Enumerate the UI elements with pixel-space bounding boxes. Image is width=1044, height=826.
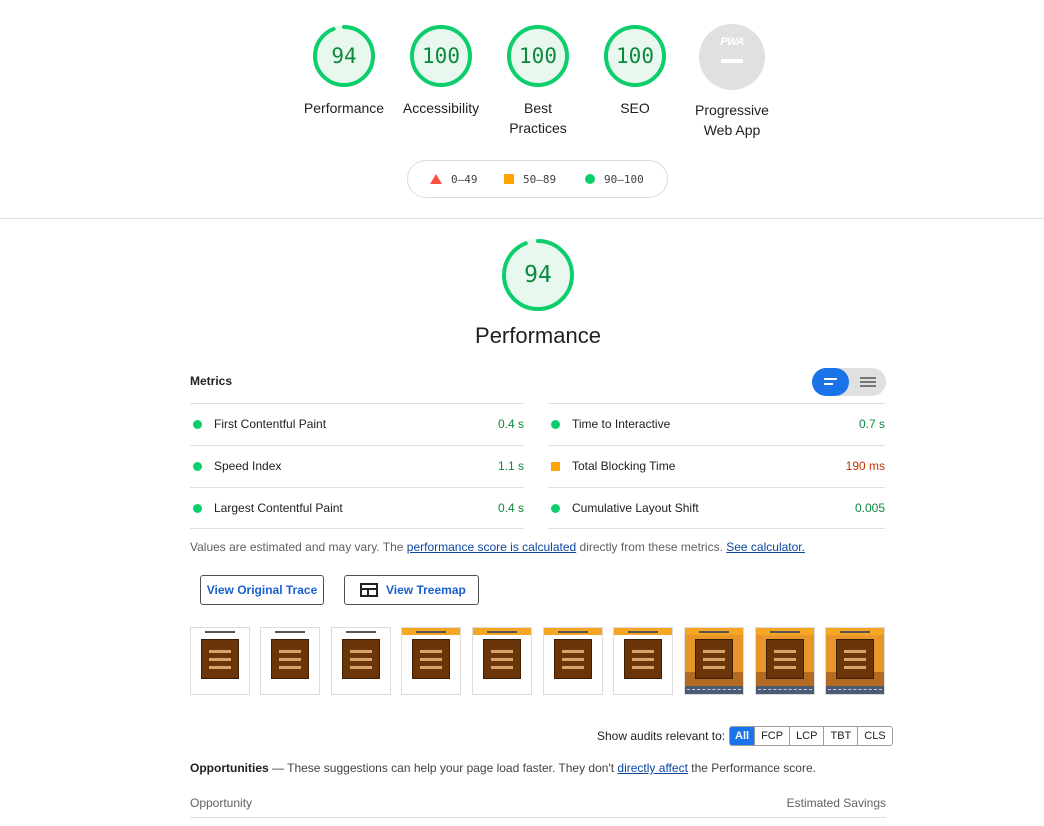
filmstrip-frame [260, 627, 320, 695]
metric-row: Speed Index 1.1 s [190, 445, 524, 487]
score-label: SEO [620, 100, 650, 116]
filmstrip-frame [684, 627, 744, 695]
pwa-dash-icon [721, 59, 743, 63]
metric-value: 0.4 s [497, 417, 524, 431]
metric-name: Cumulative Layout Shift [572, 501, 699, 515]
pass-indicator-icon [193, 462, 202, 471]
metric-value: 1.1 s [497, 459, 524, 473]
metric-row: Largest Contentful Paint 0.4 s [190, 487, 524, 529]
legend-fail-range: 0–49 [451, 173, 478, 186]
circle-icon [585, 174, 595, 184]
legend-average: 50–89 [504, 173, 556, 187]
metrics-note: Values are estimated and may vary. The p… [190, 540, 805, 554]
metric-name: Largest Contentful Paint [214, 501, 343, 515]
triangle-icon [430, 174, 442, 184]
pass-indicator-icon [193, 420, 202, 429]
pwa-badge-text: PWA [720, 36, 744, 48]
score-scale-legend: 0–49 50–89 90–100 [407, 160, 668, 198]
compact-view-toggle-icon[interactable] [812, 368, 849, 396]
category-scores: 94 Performance 100 Accessibility 100 Bes… [0, 24, 1044, 144]
pass-indicator-icon [193, 504, 202, 513]
pass-indicator-icon [551, 420, 560, 429]
audit-filter-label: Show audits relevant to: [597, 729, 726, 743]
score-value: 100 [519, 44, 557, 68]
filmstrip-frame [825, 627, 885, 695]
metric-value: 0.005 [854, 501, 885, 515]
directly-affect-link[interactable]: directly affect [617, 761, 687, 775]
audit-filter-chips: All FCP LCP TBT CLS [729, 726, 893, 746]
view-treemap-button[interactable]: View Treemap [344, 575, 479, 605]
metric-name: First Contentful Paint [214, 417, 327, 431]
filter-chip-all[interactable]: All [730, 727, 755, 745]
gauge-seo[interactable]: 100 SEO [585, 24, 685, 118]
metric-value: 0.7 s [858, 417, 885, 431]
score-value: 100 [422, 44, 460, 68]
filmstrip [190, 627, 890, 695]
legend-pass: 90–100 [585, 173, 644, 187]
score-calculation-link[interactable]: performance score is calculated [407, 540, 576, 554]
gauge-pwa[interactable]: PWA Progressive Web App [682, 24, 782, 140]
note-text: Values are estimated and may vary. The [190, 540, 407, 554]
filter-chip-fcp[interactable]: FCP [754, 727, 790, 745]
square-icon [504, 174, 514, 184]
opportunities-desc: — These suggestions can help your page l… [268, 761, 618, 775]
filmstrip-frame [613, 627, 673, 695]
filter-chip-cls[interactable]: CLS [857, 727, 892, 745]
performance-title: Performance [475, 323, 601, 348]
filmstrip-frame [190, 627, 250, 695]
gauge-performance[interactable]: 94 Performance [294, 24, 394, 118]
performance-score: 94 [524, 262, 552, 288]
filmstrip-frame [472, 627, 532, 695]
metric-row: Time to Interactive 0.7 s [548, 403, 885, 445]
gauge-accessibility[interactable]: 100 Accessibility [391, 24, 491, 118]
metrics-heading: Metrics [190, 374, 233, 388]
legend-fail: 0–49 [430, 173, 478, 187]
score-label: Best Practices [509, 100, 567, 136]
legend-pass-range: 90–100 [604, 173, 644, 186]
score-value: 100 [616, 44, 654, 68]
metrics-left-column: First Contentful Paint 0.4 s Speed Index… [190, 403, 524, 529]
opportunities-title: Opportunities [190, 761, 269, 775]
score-value: 94 [331, 44, 357, 68]
see-calculator-link[interactable]: See calculator. [726, 540, 805, 554]
average-indicator-icon [551, 462, 560, 471]
legend-average-range: 50–89 [523, 173, 557, 186]
filmstrip-frame [401, 627, 461, 695]
view-treemap-label: View Treemap [386, 583, 466, 597]
view-original-trace-button[interactable]: View Original Trace [200, 575, 324, 605]
filmstrip-frame [755, 627, 815, 695]
filmstrip-frame [331, 627, 391, 695]
score-label: Progressive Web App [695, 102, 769, 138]
filmstrip-frame [543, 627, 603, 695]
score-label: Performance [303, 100, 385, 116]
pwa-badge-icon: PWA [699, 24, 765, 90]
opportunities-desc-suffix: the Performance score. [687, 761, 816, 775]
filter-chip-lcp[interactable]: LCP [789, 727, 824, 745]
metric-name: Speed Index [214, 459, 282, 473]
opportunity-column-label: Opportunity [190, 796, 253, 810]
pass-indicator-icon [551, 504, 560, 513]
metric-name: Time to Interactive [572, 417, 671, 431]
opportunities-header: Opportunities — These suggestions can he… [190, 761, 816, 775]
filter-chip-tbt[interactable]: TBT [823, 727, 858, 745]
metric-row: First Contentful Paint 0.4 s [190, 403, 524, 445]
metric-row: Cumulative Layout Shift 0.005 [548, 487, 885, 529]
opportunity-table-header: Opportunity Estimated Savings [190, 796, 886, 818]
score-label: Accessibility [402, 100, 480, 116]
treemap-icon [360, 583, 378, 597]
metric-value: 190 ms [845, 459, 885, 473]
performance-gauge: 94 [501, 238, 575, 312]
note-text: directly from these metrics. [576, 540, 727, 554]
metric-value: 0.4 s [497, 501, 524, 515]
metric-name: Total Blocking Time [572, 459, 676, 473]
savings-column-label: Estimated Savings [786, 796, 886, 810]
gauge-best-practices[interactable]: 100 Best Practices [488, 24, 588, 138]
metrics-right-column: Time to Interactive 0.7 s Total Blocking… [548, 403, 885, 529]
section-divider [0, 218, 1044, 219]
metric-row: Total Blocking Time 190 ms [548, 445, 885, 487]
metrics-view-toggle[interactable] [812, 368, 886, 396]
